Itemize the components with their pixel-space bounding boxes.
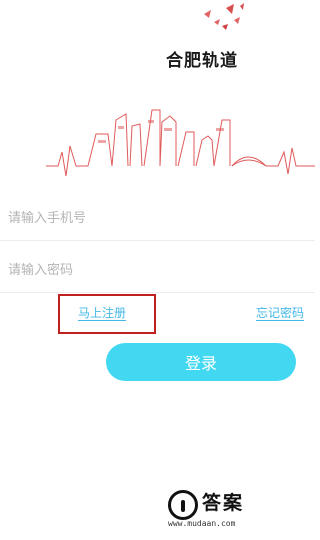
forgot-password-link[interactable]: 忘记密码 [256,306,305,321]
password-input[interactable] [0,248,315,292]
register-link[interactable]: 马上注册 [78,306,127,321]
login-screen: 合肥轨道 马上注册 [0,0,315,540]
watermark-logo-mark [181,500,185,512]
app-title: 合肥轨道 [166,51,238,71]
watermark-url: www.mudaan.com [168,519,236,528]
login-button[interactable]: 登录 [106,343,296,381]
city-skyline-illustration [46,109,315,177]
password-field-container [0,248,315,293]
watermark-title: 答案 [202,492,245,514]
watermark: 答案 www.mudaan.com [168,486,315,540]
phone-field-container [0,196,315,241]
phone-input[interactable] [0,196,315,240]
watermark-logo-icon [168,490,198,520]
logo-decoration-icon [204,3,244,30]
